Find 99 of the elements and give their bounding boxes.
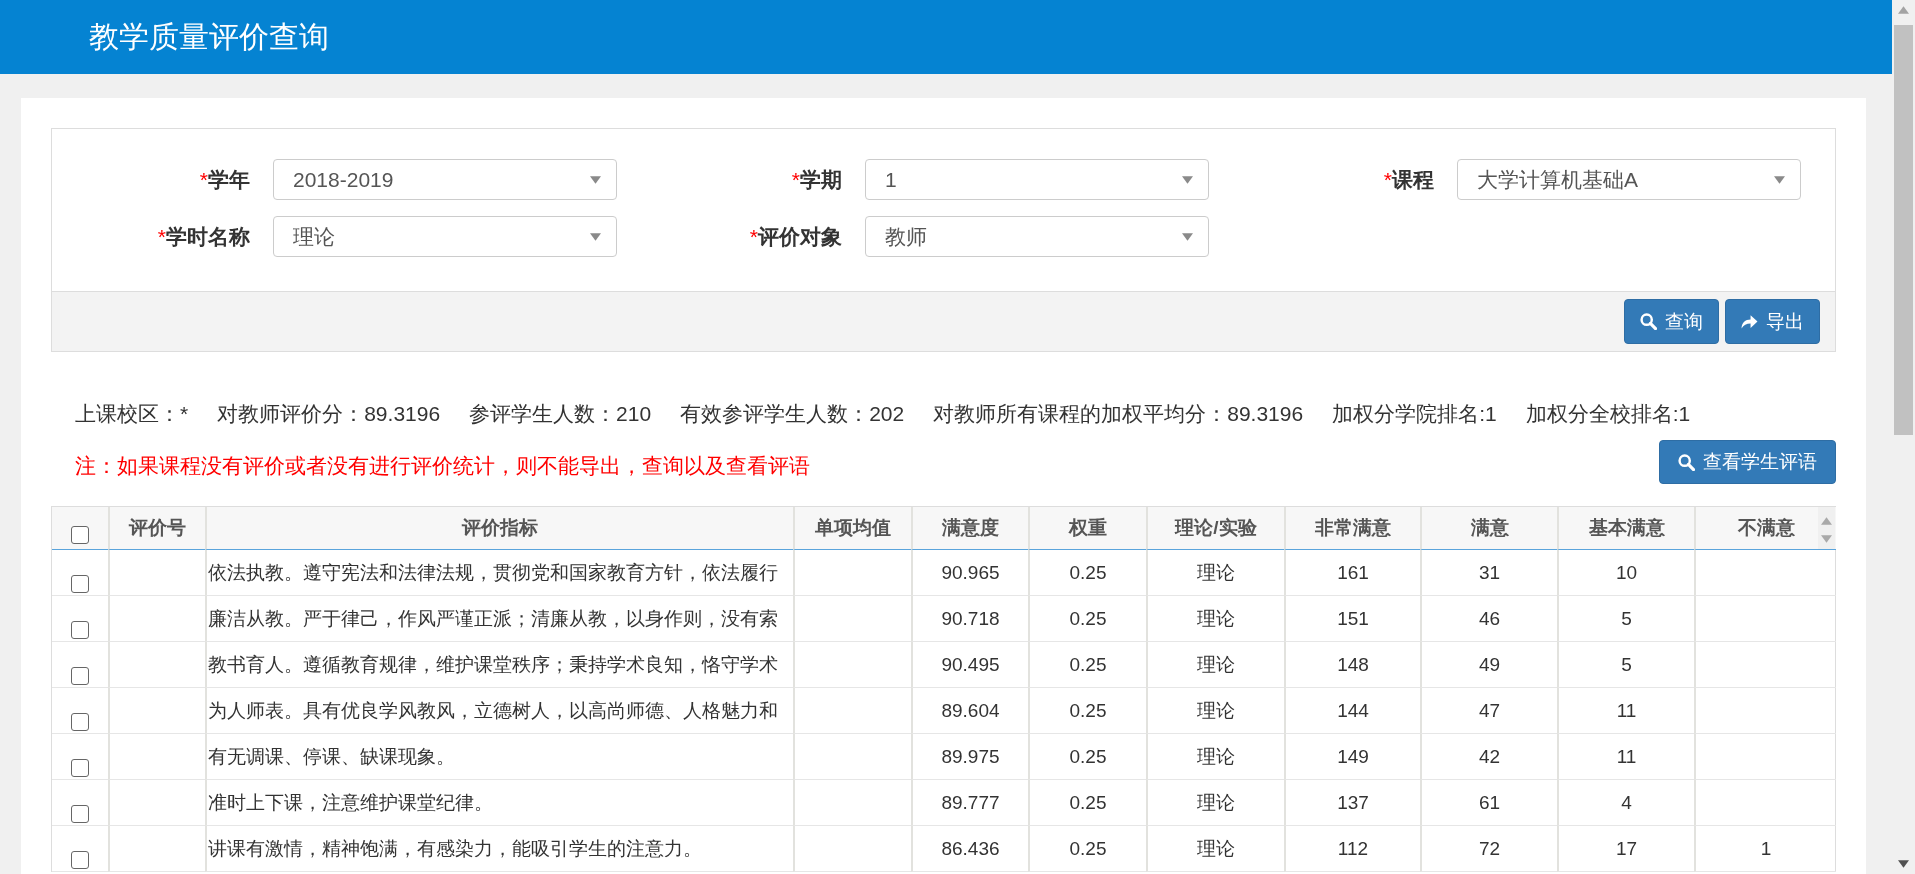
- field-label: *评价对象: [748, 223, 842, 250]
- column-header: 单项均值: [793, 507, 911, 550]
- table-cell: 61: [1420, 780, 1557, 826]
- row-checkbox[interactable]: [71, 713, 89, 731]
- table-cell: 0.25: [1028, 596, 1146, 642]
- row-checkbox[interactable]: [71, 667, 89, 685]
- scrollbar-thumb[interactable]: [1894, 25, 1913, 435]
- table-cell: 10: [1557, 550, 1694, 596]
- stat-text: 有效参评学生人数：202: [680, 401, 905, 427]
- caret-down-icon: [590, 232, 601, 241]
- table-cell: 理论: [1146, 780, 1284, 826]
- row-checkbox[interactable]: [71, 851, 89, 869]
- table-cell: 0.25: [1028, 780, 1146, 826]
- table-cell: 89.975: [911, 734, 1028, 780]
- search-icon: [1640, 313, 1657, 330]
- select-field[interactable]: 理论: [273, 216, 617, 257]
- row-checkbox[interactable]: [71, 575, 89, 593]
- page-title: 教学质量评价查询: [89, 19, 329, 55]
- table-cell: 89.777: [911, 780, 1028, 826]
- stat-text: 上课校区：*: [75, 401, 189, 427]
- table-cell: 11: [1557, 734, 1694, 780]
- field-label: *学期: [790, 166, 842, 193]
- table-cell: 5: [1557, 596, 1694, 642]
- table-cell: 148: [1284, 642, 1420, 688]
- table-cell: 理论: [1146, 688, 1284, 734]
- table-cell: 11: [1557, 688, 1694, 734]
- field-label: *课程: [1382, 166, 1434, 193]
- row-checkbox[interactable]: [71, 805, 89, 823]
- table-cell: 讲课有激情，精神饱满，有感染力，能吸引学生的注意力。: [205, 826, 793, 872]
- column-header: 权重: [1028, 507, 1146, 550]
- table-cell: 0.25: [1028, 642, 1146, 688]
- share-arrow-icon: [1741, 313, 1758, 330]
- row-checkbox[interactable]: [71, 621, 89, 639]
- table-cell: 0.25: [1028, 688, 1146, 734]
- select-all-checkbox[interactable]: [71, 526, 89, 544]
- table-cell: 46: [1420, 596, 1557, 642]
- select-field[interactable]: 大学计算机基础A: [1457, 159, 1801, 200]
- table-cell: 31: [1420, 550, 1557, 596]
- table-cell: 廉洁从教。严于律己，作风严谨正派；清廉从教，以身作则，没有索: [205, 596, 793, 642]
- table-cell: 0.25: [1028, 734, 1146, 780]
- column-header: 满意度: [911, 507, 1028, 550]
- table-cell: 教书育人。遵循教育规律，维护课堂秩序；秉持学术良知，恪守学术: [205, 642, 793, 688]
- table-cell: 1: [1694, 826, 1836, 872]
- search-icon: [1678, 453, 1695, 471]
- table-cell: 理论: [1146, 642, 1284, 688]
- table-cell: 137: [1284, 780, 1420, 826]
- field-label: *学年: [198, 166, 250, 193]
- table-cell: 理论: [1146, 596, 1284, 642]
- table-cell: 为人师表。具有优良学风教风，立德树人，以高尚师德、人格魅力和: [205, 688, 793, 734]
- table-cell: 有无调课、停课、缺课现象。: [205, 734, 793, 780]
- table-cell: 理论: [1146, 734, 1284, 780]
- column-header: 满意: [1420, 507, 1557, 550]
- stat-text: 对教师所有课程的加权平均分：89.3196: [933, 401, 1304, 427]
- table-cell: 17: [1557, 826, 1694, 872]
- select-field[interactable]: 2018-2019: [273, 159, 617, 200]
- caret-down-icon: [590, 175, 601, 184]
- view-comments-button[interactable]: 查看学生评语: [1659, 440, 1836, 484]
- table-cell: 86.436: [911, 826, 1028, 872]
- table-cell: 72: [1420, 826, 1557, 872]
- table-cell: 0.25: [1028, 550, 1146, 596]
- select-field[interactable]: 1: [865, 159, 1209, 200]
- table-cell: 90.495: [911, 642, 1028, 688]
- field-label: *学时名称: [156, 223, 250, 250]
- select-field[interactable]: 教师: [865, 216, 1209, 257]
- caret-down-icon: [1182, 232, 1193, 241]
- export-button[interactable]: 导出: [1725, 299, 1820, 344]
- table-cell: 4: [1557, 780, 1694, 826]
- stat-text: 对教师评价分：89.3196: [217, 401, 441, 427]
- table-cell: 42: [1420, 734, 1557, 780]
- table-cell: 112: [1284, 826, 1420, 872]
- scroll-down-icon[interactable]: [1898, 860, 1909, 868]
- table-cell: 依法执教。遵守宪法和法律法规，贯彻党和国家教育方针，依法履行: [205, 550, 793, 596]
- column-header: 基本满意: [1557, 507, 1694, 550]
- table-cell: 5: [1557, 642, 1694, 688]
- table-cell: 144: [1284, 688, 1420, 734]
- table-cell: 理论: [1146, 826, 1284, 872]
- table-cell: 89.604: [911, 688, 1028, 734]
- stat-text: 加权分学院排名:1: [1332, 401, 1497, 427]
- notice-text: 注：如果课程没有评价或者没有进行评价统计，则不能导出，查询以及查看评语: [74, 453, 810, 479]
- column-header: 理论/实验: [1146, 507, 1284, 550]
- stat-text: 参评学生人数：210: [469, 401, 652, 427]
- table-cell: 0.25: [1028, 826, 1146, 872]
- stat-text: 加权分全校排名:1: [1525, 401, 1691, 427]
- query-button[interactable]: 查询: [1624, 299, 1719, 344]
- caret-down-icon: [1774, 175, 1785, 184]
- table-cell: 161: [1284, 550, 1420, 596]
- table-cell: 90.965: [911, 550, 1028, 596]
- column-header: 评价号: [108, 507, 205, 550]
- table-cell: 49: [1420, 642, 1557, 688]
- table-cell: 理论: [1146, 550, 1284, 596]
- row-checkbox[interactable]: [71, 759, 89, 777]
- table-cell: 149: [1284, 734, 1420, 780]
- column-header: 评价指标: [205, 507, 793, 550]
- table-cell: 47: [1420, 688, 1557, 734]
- table-cell: 151: [1284, 596, 1420, 642]
- column-header: 非常满意: [1284, 507, 1420, 550]
- caret-down-icon: [1182, 175, 1193, 184]
- table-cell: 90.718: [911, 596, 1028, 642]
- table-cell: 准时上下课，注意维护课堂纪律。: [205, 780, 793, 826]
